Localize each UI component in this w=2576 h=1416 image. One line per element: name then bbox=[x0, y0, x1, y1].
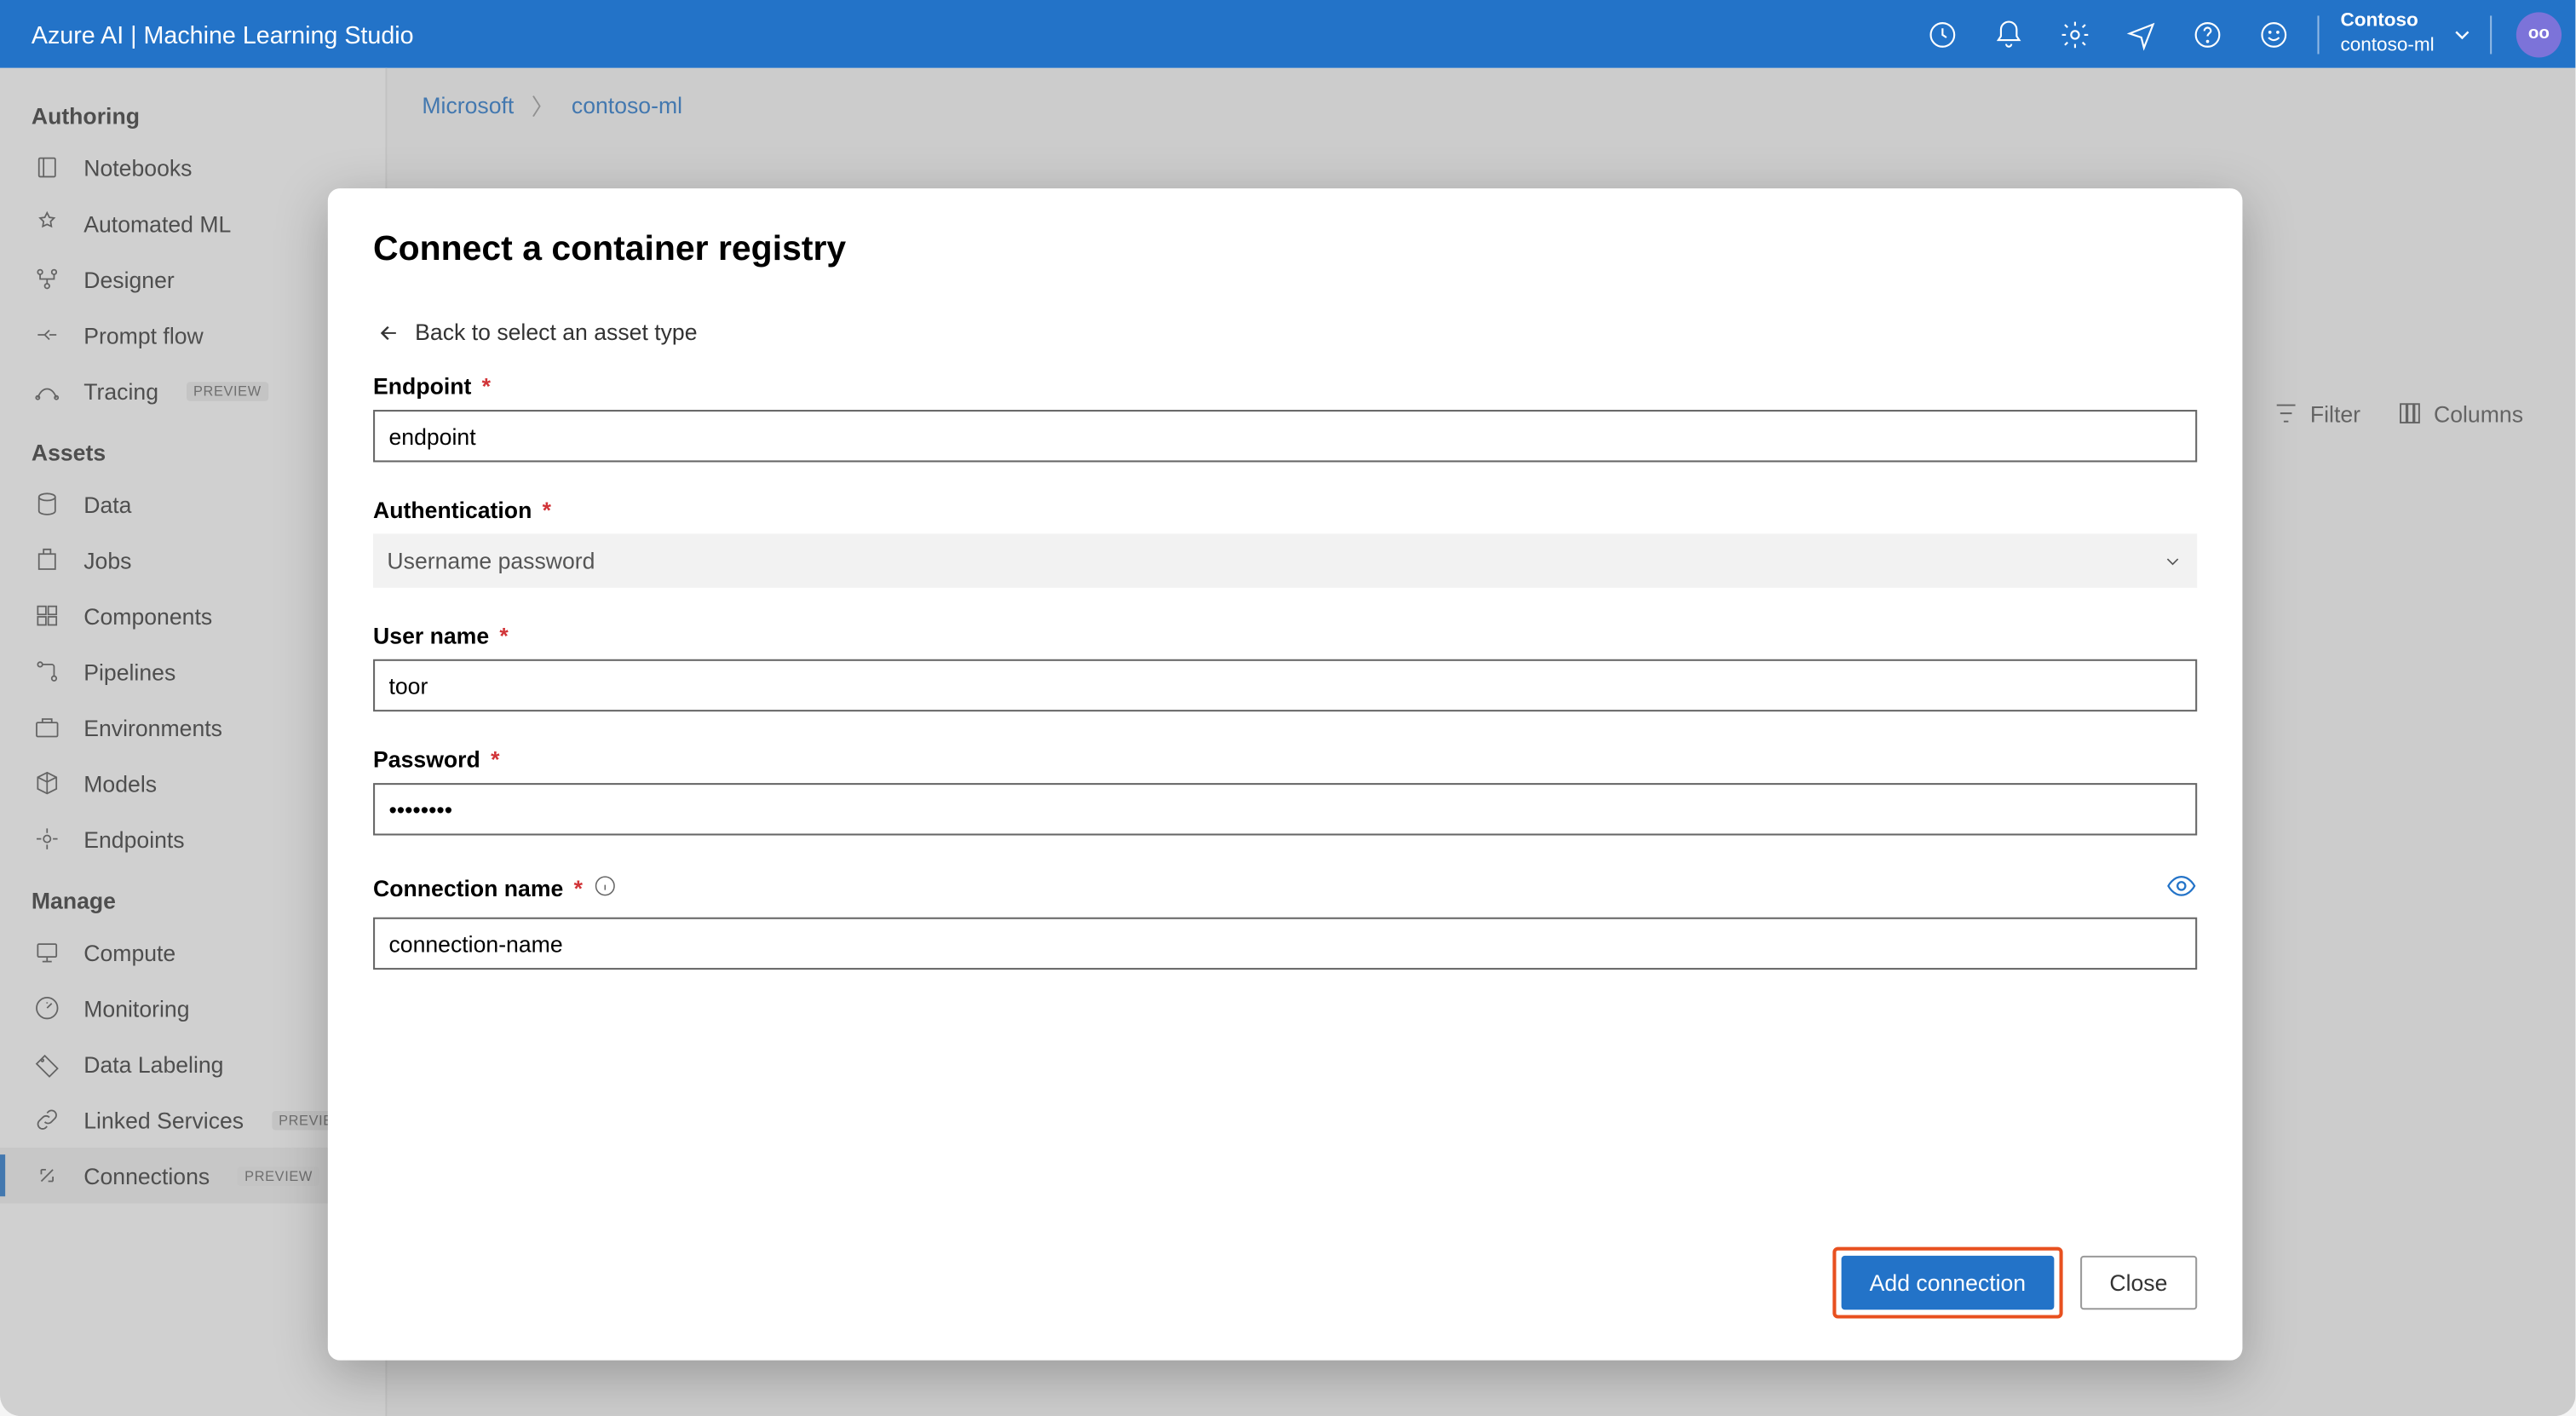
sidebar-item-notebooks[interactable]: Notebooks bbox=[0, 140, 385, 196]
automl-icon bbox=[32, 208, 63, 239]
notifications-icon[interactable] bbox=[1976, 1, 2043, 67]
tracing-icon bbox=[32, 375, 63, 406]
info-icon[interactable] bbox=[593, 874, 618, 904]
sidebar-item-label: Notebooks bbox=[83, 154, 192, 181]
sidebar-item-label: Pipelines bbox=[83, 659, 175, 685]
chevron-right-icon: 〉 bbox=[532, 89, 555, 122]
sidebar-item-label: Linked Services bbox=[83, 1107, 244, 1133]
connections-icon bbox=[32, 1160, 63, 1191]
data-icon bbox=[32, 488, 63, 520]
modal-title: Connect a container registry bbox=[373, 230, 2197, 270]
connection-name-label: Connection name* bbox=[373, 870, 2197, 907]
components-icon bbox=[32, 600, 63, 631]
sidebar-item-label: Automated ML bbox=[83, 210, 231, 237]
back-link-label: Back to select an asset type bbox=[415, 319, 697, 346]
tenant-chevron-icon[interactable] bbox=[2445, 22, 2480, 47]
promptflow-icon bbox=[32, 319, 63, 351]
sidebar-item-label: Data bbox=[83, 491, 131, 517]
sidebar-item-label: Monitoring bbox=[83, 995, 189, 1022]
help-icon[interactable] bbox=[2175, 1, 2241, 67]
sidebar-section-title: Authoring bbox=[0, 82, 385, 140]
sidebar-item-label: Data Labeling bbox=[83, 1050, 223, 1077]
sidebar-item-label: Components bbox=[83, 602, 212, 629]
app-title: Azure AI | Machine Learning Studio bbox=[32, 20, 414, 49]
preview-badge: PREVIEW bbox=[187, 381, 268, 400]
visibility-icon[interactable] bbox=[2165, 870, 2197, 907]
username-label: User name* bbox=[373, 623, 2197, 649]
breadcrumb-root[interactable]: Microsoft bbox=[422, 92, 514, 118]
highlight-annotation: Add connection bbox=[1833, 1247, 2062, 1319]
sidebar-item-label: Designer bbox=[83, 266, 175, 292]
close-button[interactable]: Close bbox=[2080, 1256, 2198, 1310]
jobs-icon bbox=[32, 544, 63, 576]
labeling-icon bbox=[32, 1048, 63, 1079]
pipelines-icon bbox=[32, 656, 63, 688]
sidebar-item-label: Jobs bbox=[83, 547, 131, 573]
endpoints-icon bbox=[32, 823, 63, 855]
sidebar-item-label: Tracing bbox=[83, 377, 158, 404]
sidebar-item-label: Models bbox=[83, 770, 157, 797]
sidebar-item-label: Compute bbox=[83, 939, 175, 965]
password-label: Password* bbox=[373, 746, 2197, 773]
breadcrumb-current[interactable]: contoso-ml bbox=[572, 92, 682, 118]
top-header: Azure AI | Machine Learning Studio Conto… bbox=[0, 0, 2575, 68]
connect-registry-modal: Connect a container registry Back to sel… bbox=[328, 188, 2243, 1361]
environments-icon bbox=[32, 711, 63, 743]
models-icon bbox=[32, 768, 63, 799]
avatar[interactable]: oo bbox=[2516, 11, 2562, 56]
breadcrumb: Microsoft 〉 contoso-ml bbox=[387, 68, 2575, 143]
sidebar-item-label: Connections bbox=[83, 1162, 210, 1189]
notebooks-icon bbox=[32, 152, 63, 183]
connection-name-input[interactable] bbox=[373, 918, 2197, 970]
settings-icon[interactable] bbox=[2042, 1, 2108, 67]
add-connection-button[interactable]: Add connection bbox=[1842, 1256, 2054, 1310]
username-input[interactable] bbox=[373, 659, 2197, 711]
back-link[interactable]: Back to select an asset type bbox=[373, 319, 2197, 346]
columns-button[interactable]: Columns bbox=[2395, 400, 2523, 428]
sidebar-item-label: Endpoints bbox=[83, 826, 184, 852]
authentication-select[interactable]: Username password bbox=[373, 533, 2197, 587]
tenant-selector[interactable]: Contoso contoso-ml bbox=[2340, 11, 2434, 57]
sidebar-item-label: Prompt flow bbox=[83, 322, 204, 348]
endpoint-input[interactable] bbox=[373, 410, 2197, 462]
preview-badge: PREVIEW bbox=[238, 1166, 319, 1185]
password-input[interactable] bbox=[373, 783, 2197, 835]
monitoring-icon bbox=[32, 993, 63, 1024]
compute-icon bbox=[32, 936, 63, 968]
linked-icon bbox=[32, 1104, 63, 1136]
recent-icon[interactable] bbox=[1910, 1, 1976, 67]
authentication-label: Authentication* bbox=[373, 497, 2197, 523]
endpoint-label: Endpoint* bbox=[373, 373, 2197, 400]
designer-icon bbox=[32, 263, 63, 295]
feedback-icon[interactable] bbox=[2108, 1, 2175, 67]
sidebar-item-label: Environments bbox=[83, 714, 222, 740]
filter-button[interactable]: Filter bbox=[2272, 400, 2360, 428]
smiley-icon[interactable] bbox=[2241, 1, 2308, 67]
